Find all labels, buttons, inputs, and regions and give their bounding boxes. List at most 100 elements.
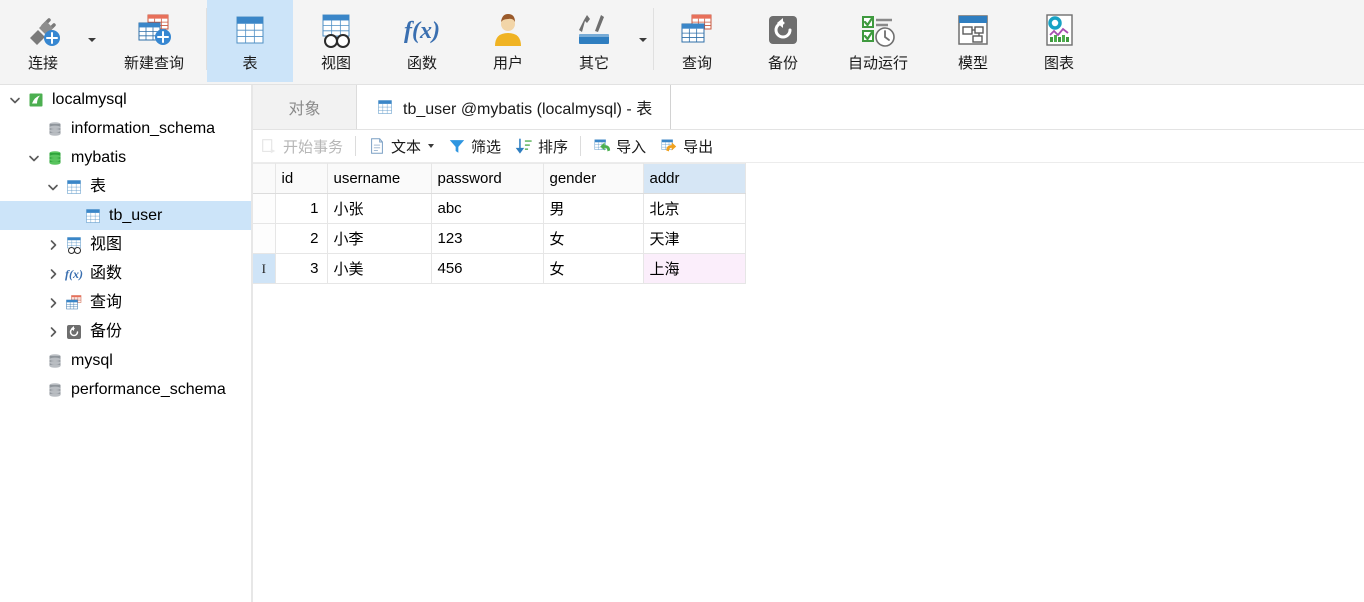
tab-label: tb_user @mybatis (localmysql) - 表	[403, 95, 652, 119]
ribbon-button-label: 连接	[28, 55, 58, 73]
ribbon-button-label: 其它	[579, 55, 609, 73]
grid-cell-password[interactable]: 123	[431, 224, 543, 254]
tree-node-tb_user[interactable]: tb_user	[0, 201, 251, 230]
grid-cell-username[interactable]: 小李	[327, 224, 431, 254]
tree-node-label: tb_user	[109, 206, 162, 226]
tab-strip-filler	[671, 85, 1364, 129]
tree-node-localmysql[interactable]: localmysql	[0, 85, 251, 114]
query-table-icon	[62, 288, 86, 317]
table-icon	[228, 8, 272, 52]
grid-row-marker[interactable]	[253, 224, 275, 254]
chevron-right-icon[interactable]	[44, 259, 62, 288]
tree-node-information_schema[interactable]: information_schema	[0, 114, 251, 143]
grid-cell-password[interactable]: 456	[431, 254, 543, 284]
tools-icon	[572, 8, 616, 52]
grid-row[interactable]: 1小张abc男北京	[253, 194, 745, 224]
grid-corner-cell[interactable]	[253, 164, 275, 194]
transaction-icon	[260, 137, 278, 155]
grid-cell-id[interactable]: 2	[275, 224, 327, 254]
action-button-import[interactable]: 导入	[586, 132, 653, 160]
ribbon-button-other[interactable]: 其它	[551, 0, 637, 82]
grid-cell-username[interactable]: 小美	[327, 254, 431, 284]
grid-cell-id[interactable]: 1	[275, 194, 327, 224]
tree-node-backups-folder[interactable]: 备份	[0, 317, 251, 346]
action-button-label: 开始事务	[283, 136, 343, 157]
tree-node-functions-folder[interactable]: f(x)函数	[0, 259, 251, 288]
data-grid[interactable]: idusernamepasswordgenderaddr1小张abc男北京2小李…	[253, 163, 746, 284]
grid-column-header-gender[interactable]: gender	[543, 164, 643, 194]
action-button-label: 文本	[391, 136, 421, 157]
grid-header-row: idusernamepasswordgenderaddr	[253, 164, 745, 194]
ribbon-button-chart[interactable]: 图表	[1016, 0, 1102, 82]
function-fx-icon: f(x)	[400, 8, 444, 52]
tree-node-queries-folder[interactable]: 查询	[0, 288, 251, 317]
grid-column-header-password[interactable]: password	[431, 164, 543, 194]
tree-node-mybatis[interactable]: mybatis	[0, 143, 251, 172]
ribbon-button-view[interactable]: 视图	[293, 0, 379, 82]
grid-column-header-username[interactable]: username	[327, 164, 431, 194]
tree-node-tables-folder[interactable]: 表	[0, 172, 251, 201]
action-button-begin-transaction: 开始事务	[253, 132, 350, 160]
action-button-label: 导入	[616, 136, 646, 157]
chevron-down-icon[interactable]	[6, 85, 24, 114]
ribbon-button-backup[interactable]: 备份	[740, 0, 826, 82]
tab-objects[interactable]: 对象	[253, 85, 357, 129]
chevron-down-icon[interactable]	[88, 38, 96, 42]
action-button-label: 筛选	[471, 136, 501, 157]
ribbon-button-connect[interactable]: 连接	[0, 0, 86, 82]
backup-icon	[761, 8, 805, 52]
grid-cell-username[interactable]: 小张	[327, 194, 431, 224]
ribbon-button-new-query[interactable]: 新建查询	[102, 0, 206, 82]
grid-row[interactable]: I3小美456女上海	[253, 254, 745, 284]
ribbon-button-label: 图表	[1044, 55, 1074, 73]
tree-node-performance_schema[interactable]: performance_schema	[0, 375, 251, 404]
grid-cell-id[interactable]: 3	[275, 254, 327, 284]
chevron-right-icon[interactable]	[44, 288, 62, 317]
database-grey-icon	[43, 346, 67, 375]
table-plus-icon	[132, 8, 176, 52]
grid-row-marker[interactable]: I	[253, 254, 275, 284]
grid-row-marker[interactable]	[253, 194, 275, 224]
ribbon-button-query[interactable]: 查询	[654, 0, 740, 82]
navicat-window: 连接新建查询表视图f(x)函数用户其它查询备份自动运行模型图表 localmys…	[0, 0, 1364, 602]
ribbon-button-label: 函数	[407, 55, 437, 73]
tree-node-mysql[interactable]: mysql	[0, 346, 251, 375]
chevron-down-icon[interactable]	[44, 172, 62, 201]
action-button-text[interactable]: 文本	[361, 132, 441, 160]
ribbon-group: 查询备份自动运行 模型图表	[654, 0, 1102, 85]
chevron-down-icon[interactable]	[25, 143, 43, 172]
grid-cell-password[interactable]: abc	[431, 194, 543, 224]
ribbon-button-label: 表	[242, 55, 257, 73]
tree-node-views-folder[interactable]: 视图	[0, 230, 251, 259]
tab-tb_user[interactable]: tb_user @mybatis (localmysql) - 表	[357, 85, 671, 129]
grid-cell-addr[interactable]: 上海	[643, 254, 745, 284]
grid-cell-gender[interactable]: 男	[543, 194, 643, 224]
plug-plus-icon	[21, 8, 65, 52]
grid-column-header-id[interactable]: id	[275, 164, 327, 194]
ribbon-button-label: 自动运行	[848, 55, 908, 73]
grid-row[interactable]: 2小李123女天津	[253, 224, 745, 254]
grid-cell-gender[interactable]: 女	[543, 224, 643, 254]
ribbon-button-function[interactable]: f(x) 函数	[379, 0, 465, 82]
action-button-export[interactable]: 导出	[653, 132, 720, 160]
chevron-right-icon[interactable]	[44, 317, 62, 346]
grid-cell-addr[interactable]: 天津	[643, 224, 745, 254]
action-button-filter[interactable]: 筛选	[441, 132, 508, 160]
tree-node-label: 备份	[90, 322, 122, 342]
ribbon-button-model[interactable]: 模型	[930, 0, 1016, 82]
tab-strip: 对象 tb_user @mybatis (localmysql) - 表	[253, 85, 1364, 130]
chevron-down-icon[interactable]	[428, 144, 434, 148]
text-doc-icon	[368, 137, 386, 155]
table-icon	[81, 201, 105, 230]
grid-column-header-addr[interactable]: addr	[643, 164, 745, 194]
ribbon-button-user[interactable]: 用户	[465, 0, 551, 82]
chevron-down-icon[interactable]	[639, 38, 647, 42]
grid-cell-addr[interactable]: 北京	[643, 194, 745, 224]
ribbon-button-table[interactable]: 表	[207, 0, 293, 82]
action-button-sort[interactable]: 排序	[508, 132, 575, 160]
ribbon-button-automate[interactable]: 自动运行	[826, 0, 930, 82]
grid-cell-gender[interactable]: 女	[543, 254, 643, 284]
chevron-right-icon[interactable]	[44, 230, 62, 259]
user-icon	[486, 8, 530, 52]
object-tree-sidebar[interactable]: localmysqlinformation_schemamybatis表 tb_u…	[0, 85, 251, 602]
